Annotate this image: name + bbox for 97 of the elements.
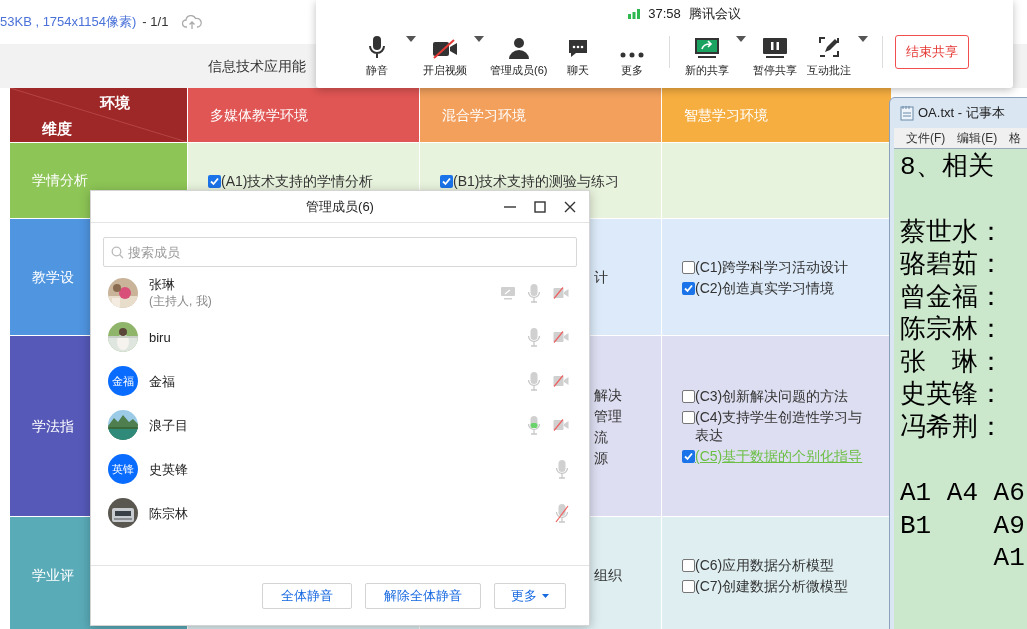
- member-name: 浪子目: [149, 416, 189, 434]
- more-button[interactable]: 更多: [494, 582, 566, 609]
- member-name: 史英锋: [149, 460, 189, 478]
- row-title: 学业评: [32, 565, 74, 585]
- cell-text: 组织: [594, 567, 622, 583]
- search-icon: [111, 246, 124, 259]
- member-row[interactable]: 英锋 史英锋: [91, 447, 589, 491]
- toolbar-button[interactable]: 新的共享: [680, 26, 735, 78]
- person-icon: [507, 36, 530, 59]
- option-label: (C2)创造真实学习情境: [695, 278, 835, 297]
- member-name: 张琳: [149, 276, 176, 293]
- footer-button[interactable]: 全体静音: [262, 582, 352, 609]
- avatar: 英锋: [108, 454, 138, 484]
- text-area[interactable]: 8、相关 蔡世水： 骆碧茹： 曾金福： 陈宗林： 张 琳： 史英锋： 冯希荆： A1 A4 A6 B1 A9 A1: [894, 148, 1027, 629]
- column-title: 多媒体教学环境: [210, 105, 308, 125]
- member-row[interactable]: biru: [91, 315, 589, 359]
- checkbox[interactable]: [682, 390, 695, 403]
- text-line: 曾金福：: [900, 281, 1005, 314]
- notepad-icon: [900, 105, 914, 121]
- page-counter: - 1/1: [142, 13, 169, 32]
- cell-text: 解决: [594, 386, 622, 403]
- checkbox[interactable]: [682, 260, 695, 274]
- signal-icon: [628, 8, 641, 19]
- text-line: 张 琳：: [900, 346, 1005, 379]
- dialog-title: 管理成员(6): [306, 197, 374, 216]
- toolbar-button[interactable]: 互动批注: [802, 26, 857, 78]
- dropdown-caret-icon[interactable]: [472, 36, 486, 42]
- microphone-icon: [366, 34, 388, 59]
- text-line: 蔡世水：: [900, 216, 1005, 249]
- menu-item[interactable]: 文件(F): [906, 129, 946, 147]
- cell-text: 源: [594, 449, 608, 466]
- option-label: (C6)应用数据分析模型: [695, 555, 835, 574]
- toolbar-button[interactable]: 开启视频: [418, 26, 472, 78]
- toolbar-button[interactable]: 聊天: [551, 26, 606, 78]
- file-info: 53KB , 1754x1154像素): [0, 13, 137, 32]
- menu-item[interactable]: 编辑(E): [957, 129, 998, 147]
- option-label: (C4)支持学生创造性学习与表达: [695, 408, 864, 444]
- option-label: (C1)跨学科学习活动设计: [695, 257, 849, 276]
- menu-item[interactable]: 格: [1009, 129, 1022, 147]
- column-title: 混合学习环境: [442, 105, 526, 125]
- checkbox[interactable]: [208, 174, 221, 188]
- option-label: (B1)技术支持的测验与练习: [453, 171, 620, 190]
- caret-icon: [542, 593, 549, 598]
- row-title: 教学设: [32, 267, 74, 287]
- member-name: 金福: [149, 372, 176, 390]
- dropdown-caret-icon[interactable]: [404, 36, 418, 42]
- toolbar-button[interactable]: 更多: [605, 26, 660, 78]
- page-title: 信息技术应用能: [208, 56, 306, 76]
- checkbox[interactable]: [682, 281, 695, 295]
- text-line: 史英锋：: [900, 379, 1005, 412]
- search-field[interactable]: 搜索成员: [103, 237, 577, 267]
- text-line: A1 A4 A6: [900, 477, 1026, 510]
- member-row[interactable]: 陈宗林: [91, 491, 589, 535]
- app-title: 腾讯会议: [688, 4, 741, 23]
- cell-text: 计: [594, 269, 608, 285]
- corner-label: 维度: [42, 119, 72, 139]
- row-title: 学法指: [32, 416, 74, 436]
- member-row[interactable]: 张琳 (主持人, 我): [91, 271, 589, 315]
- dropdown-caret-icon[interactable]: [734, 36, 749, 42]
- checkbox[interactable]: [682, 558, 695, 572]
- text-line: 冯希荆：: [900, 411, 1005, 444]
- cell-text: 管理: [594, 407, 622, 424]
- member-name: biru: [149, 328, 172, 346]
- text-line: A1: [992, 542, 1026, 575]
- text-line: 8、相关: [900, 151, 995, 184]
- text-line: 骆碧茹：: [900, 249, 1005, 282]
- row-title: 学情分析: [32, 171, 88, 190]
- corner-label: 环境: [100, 93, 130, 113]
- cell-text: 流: [594, 428, 608, 445]
- pause-icon: [762, 36, 789, 59]
- member-name: 陈宗林: [149, 504, 189, 522]
- more-icon: [620, 50, 645, 59]
- text-line: B1 A9: [900, 509, 1026, 542]
- option-label: (A1)技术支持的学情分析: [221, 171, 374, 190]
- meeting-timer: 37:58: [648, 4, 681, 23]
- camera-off-icon: [432, 38, 458, 59]
- member-row[interactable]: 浪子目: [91, 403, 589, 447]
- window-title: OA.txt - 记事本: [918, 104, 1005, 123]
- option-label: (C7)创建数据分析微模型: [695, 576, 849, 595]
- footer-button[interactable]: 解除全体静音: [365, 582, 481, 609]
- annotate-icon: [817, 34, 842, 59]
- toolbar-button[interactable]: 静音: [350, 26, 404, 78]
- checkbox[interactable]: [682, 579, 695, 593]
- checkbox[interactable]: [682, 450, 695, 463]
- end-share-button[interactable]: 结束共享: [895, 35, 970, 69]
- avatar: 金福: [108, 366, 138, 396]
- text-line: 陈宗林：: [900, 314, 1005, 347]
- share-screen-icon: [694, 36, 721, 59]
- member-row[interactable]: 金福 金福: [91, 359, 589, 403]
- option-label: (C3)创新解决问题的方法: [695, 387, 849, 405]
- dropdown-caret-icon[interactable]: [856, 36, 871, 42]
- toolbar-button[interactable]: 管理成员(6): [486, 26, 552, 78]
- checkbox[interactable]: [682, 411, 695, 424]
- column-title: 智慧学习环境: [684, 105, 768, 125]
- checkbox[interactable]: [440, 174, 453, 188]
- member-role: (主持人, 我): [149, 293, 213, 310]
- toolbar-button[interactable]: 暂停共享: [748, 26, 803, 78]
